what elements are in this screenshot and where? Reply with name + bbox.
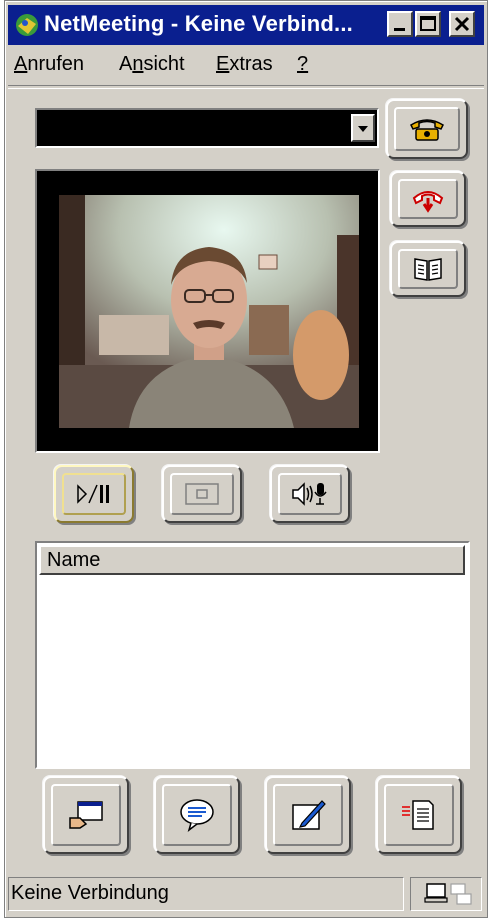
whiteboard-icon <box>292 800 326 830</box>
address-book-icon <box>414 258 442 281</box>
title-bar[interactable]: NetMeeting - Keine Verbind... <box>8 5 484 45</box>
address-combobox[interactable] <box>35 108 379 148</box>
picture-in-picture-icon <box>185 483 219 505</box>
call-button[interactable] <box>386 99 468 159</box>
video-preview <box>59 195 359 428</box>
column-header-label: Name <box>47 549 101 571</box>
chat-icon <box>180 799 214 832</box>
status-icons-panel <box>410 877 482 911</box>
directory-button[interactable] <box>390 241 466 297</box>
status-text: Keine Verbindung <box>8 877 404 911</box>
close-icon <box>454 16 470 32</box>
close-button[interactable] <box>449 11 475 37</box>
audio-settings-button[interactable] <box>270 465 350 523</box>
whiteboard-button[interactable] <box>265 776 351 854</box>
file-transfer-button[interactable] <box>376 776 462 854</box>
speaker-mic-icon <box>292 482 327 506</box>
window-title: NetMeeting - Keine Verbind... <box>44 11 353 36</box>
minimize-button[interactable] <box>387 11 413 37</box>
menu-bar: Anrufen Ansicht Extras ? <box>8 51 484 81</box>
share-program-icon <box>69 801 103 829</box>
minimize-icon <box>394 28 405 31</box>
menu-ansicht[interactable]: Ansicht <box>119 53 185 76</box>
address-dropdown-button[interactable] <box>351 114 375 142</box>
status-bar: Keine Verbindung <box>8 875 484 913</box>
netmeeting-window: NetMeeting - Keine Verbind... Anrufen An… <box>4 0 488 918</box>
network-status-icon <box>424 883 472 905</box>
file-transfer-icon <box>402 800 434 830</box>
hang-up-button[interactable] <box>390 171 466 227</box>
column-header-name[interactable]: Name <box>39 545 465 575</box>
menu-anrufen[interactable]: Anrufen <box>14 53 84 76</box>
maximize-icon <box>420 16 436 31</box>
share-program-button[interactable] <box>43 776 129 854</box>
menu-separator <box>8 85 484 89</box>
video-frame <box>35 169 380 453</box>
maximize-button[interactable] <box>415 11 441 37</box>
chevron-down-icon <box>358 126 368 132</box>
play-pause-button[interactable] <box>54 465 134 523</box>
participant-list[interactable]: Name <box>35 541 470 769</box>
menu-help[interactable]: ? <box>297 53 308 76</box>
netmeeting-app-icon <box>16 14 38 36</box>
picture-in-picture-button[interactable] <box>162 465 242 523</box>
chat-button[interactable] <box>154 776 240 854</box>
video-image <box>59 195 359 428</box>
play-pause-icon <box>77 484 109 504</box>
hang-up-icon <box>412 191 444 213</box>
menu-extras[interactable]: Extras <box>216 53 273 76</box>
phone-dial-icon <box>410 119 444 141</box>
